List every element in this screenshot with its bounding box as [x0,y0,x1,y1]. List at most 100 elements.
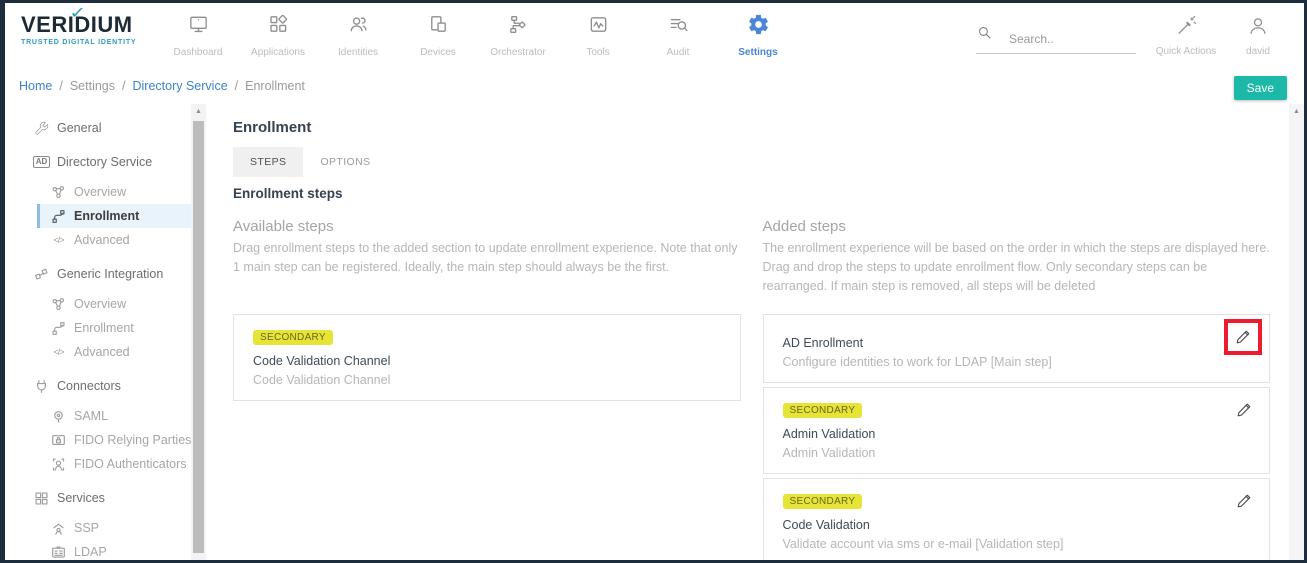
sidebar-scrollbar-thumb[interactable] [193,121,204,553]
sidebar-item-ds-enrollment[interactable]: Enrollment [37,204,191,228]
available-steps-list: SECONDARY Code Validation Channel Code V… [233,314,741,401]
sidebar-item-fido-relying-parties[interactable]: FIDO Relying Parties [5,428,191,452]
sidebar-item-fido-authenticators[interactable]: FIDO Authenticators [5,452,191,476]
brand-tagline: TRUSTED DIGITAL IDENTITY [21,39,161,46]
sidebar-item-ldap[interactable]: LDAP [5,540,191,560]
sidebar-item-ssp[interactable]: SSP [5,516,191,540]
search-icon [976,24,993,46]
antenna-person-icon [50,521,67,536]
sidebar-item-gi-enrollment[interactable]: Enrollment [5,316,191,340]
sidebar-item-directory-service[interactable]: AD Directory Service [5,150,191,174]
browser-lock-icon [50,433,67,448]
audit-icon [667,13,690,41]
sidebar-item-saml[interactable]: SAML [5,404,191,428]
main-panel: Enrollment STEPS OPTIONS Enrollment step… [206,104,1289,560]
header-actions: Quick Actions david [976,3,1294,65]
nav-item-settings[interactable]: Settings [718,3,798,65]
sidebar-item-gi-overview[interactable]: Overview [5,292,191,316]
step-title: AD Enrollment [783,336,1251,350]
settings-sidebar: General AD Directory Service Overview En… [5,104,191,560]
quick-actions-label: Quick Actions [1156,46,1217,57]
status-badge: SECONDARY [783,403,863,418]
edit-step-button[interactable] [1235,492,1253,510]
added-steps-description: The enrollment experience will be based … [763,239,1271,303]
added-steps-panel: Added steps The enrollment experience wi… [763,218,1271,560]
plug-icon [33,379,50,394]
nav-label: Orchestrator [490,47,546,58]
breadcrumb-settings: Settings [70,79,115,93]
sidebar-item-ds-advanced[interactable]: </> Advanced [5,228,191,252]
quick-actions-button[interactable]: Quick Actions [1150,11,1222,57]
step-subtitle: Code Validation Channel [253,373,721,387]
scroll-up-arrow[interactable]: ▲ [1289,104,1304,119]
id-card-icon [50,545,67,560]
nodes-icon [50,297,67,312]
step-title: Code Validation [783,518,1251,532]
grid-icon [33,491,50,506]
sidebar-item-gi-advanced[interactable]: </> Advanced [5,340,191,364]
gear-icon [747,13,770,41]
tab-steps[interactable]: STEPS [233,147,303,177]
nav-label: Identities [338,47,378,58]
nav-label: Devices [420,47,456,58]
tab-options[interactable]: OPTIONS [303,147,387,177]
step-card-code-validation-channel[interactable]: SECONDARY Code Validation Channel Code V… [233,314,741,401]
sidebar-item-general[interactable]: General [5,116,191,140]
search-box[interactable] [976,24,1136,54]
person-brackets-icon [50,457,67,472]
status-badge: SECONDARY [253,330,333,345]
step-card-code-validation[interactable]: SECONDARY Code Validation Validate accou… [763,478,1271,560]
nav-item-orchestrator[interactable]: Orchestrator [478,3,558,65]
sidebar-scrollbar[interactable]: ▲ [191,104,206,560]
step-title: Code Validation Channel [253,354,721,368]
step-subtitle: Admin Validation [783,446,1251,460]
nav-item-identities[interactable]: Identities [318,3,398,65]
sidebar-item-generic-integration[interactable]: Generic Integration [5,262,191,286]
available-steps-title: Available steps [233,218,741,235]
nav-label: Audit [667,47,690,58]
nav-label: Tools [586,47,609,58]
nav-item-devices[interactable]: Devices [398,3,478,65]
route-icon [50,321,67,336]
sidebar-item-ds-overview[interactable]: Overview [5,180,191,204]
search-input[interactable] [1009,32,1119,46]
main-scrollbar[interactable]: ▲ [1289,104,1304,560]
scroll-up-arrow[interactable]: ▲ [191,104,206,119]
nav-item-audit[interactable]: Audit [638,3,718,65]
nav-item-applications[interactable]: Applications [238,3,318,65]
code-icon: </> [50,347,67,357]
active-directory-icon: AD [33,156,50,168]
devices-icon [427,13,450,41]
user-name: david [1246,46,1270,57]
status-badge: SECONDARY [783,494,863,509]
wand-icon [1175,15,1197,40]
nav-label: Dashboard [174,47,223,58]
sidebar-item-services[interactable]: Services [5,486,191,510]
nav-item-dashboard[interactable]: Dashboard [158,3,238,65]
breadcrumb-enrollment: Enrollment [245,79,305,93]
nav-label: Settings [738,47,777,58]
top-bar: VERIDIUM ✓ TRUSTED DIGITAL IDENTITY Dash… [5,3,1304,65]
tools-icon [587,13,610,41]
page-title: Enrollment [233,119,1270,136]
step-card-admin-validation[interactable]: SECONDARY Admin Validation Admin Validat… [763,387,1271,474]
tab-bar: STEPS OPTIONS [233,147,1270,177]
added-steps-title: Added steps [763,218,1271,235]
brand-logo[interactable]: VERIDIUM ✓ TRUSTED DIGITAL IDENTITY [21,12,161,46]
breadcrumb-home[interactable]: Home [19,79,52,93]
edit-step-button[interactable] [1234,328,1252,346]
apps-icon [267,13,290,41]
user-icon [1247,15,1269,40]
added-steps-list: MAIN AD Enrollment Configure identities … [763,314,1271,560]
save-button[interactable]: Save [1234,76,1287,100]
breadcrumb-directory-service[interactable]: Directory Service [132,79,227,93]
step-card-ad-enrollment[interactable]: MAIN AD Enrollment Configure identities … [763,314,1271,383]
app-window: VERIDIUM ✓ TRUSTED DIGITAL IDENTITY Dash… [0,0,1307,563]
edit-step-button[interactable] [1235,401,1253,419]
sidebar-item-connectors[interactable]: Connectors [5,374,191,398]
step-title: Admin Validation [783,427,1251,441]
nav-item-tools[interactable]: Tools [558,3,638,65]
user-menu[interactable]: david [1222,11,1294,57]
brand-name: VERIDIUM [21,12,161,38]
nav-label: Applications [251,47,305,58]
